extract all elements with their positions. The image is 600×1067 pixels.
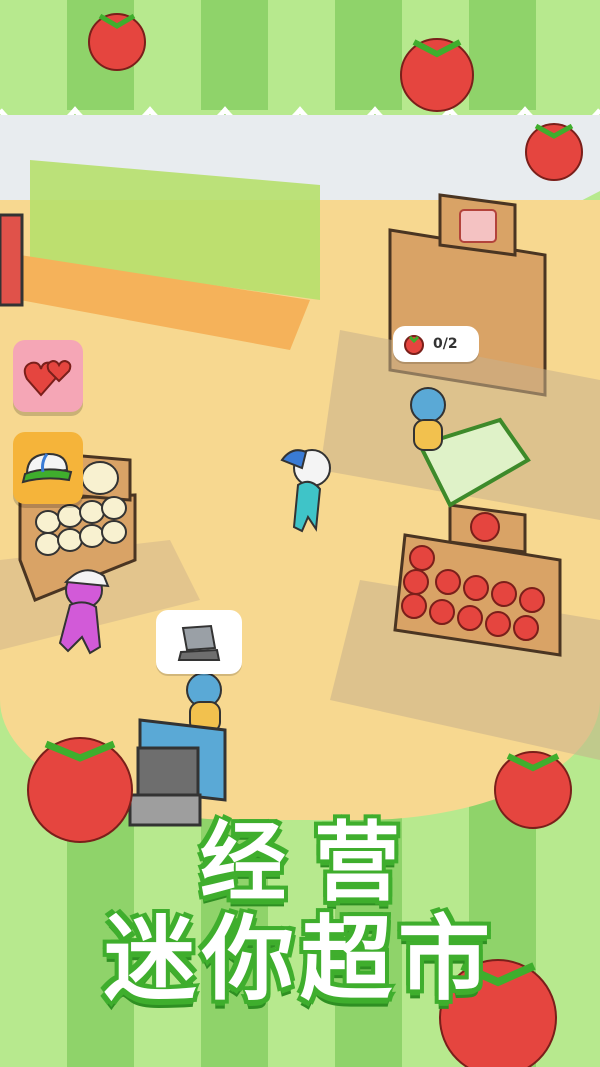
tomato-icon	[88, 13, 146, 71]
title-line-2: 迷你超市	[103, 906, 496, 1013]
tomato-icon	[525, 123, 583, 181]
tomato-icon	[400, 38, 474, 112]
